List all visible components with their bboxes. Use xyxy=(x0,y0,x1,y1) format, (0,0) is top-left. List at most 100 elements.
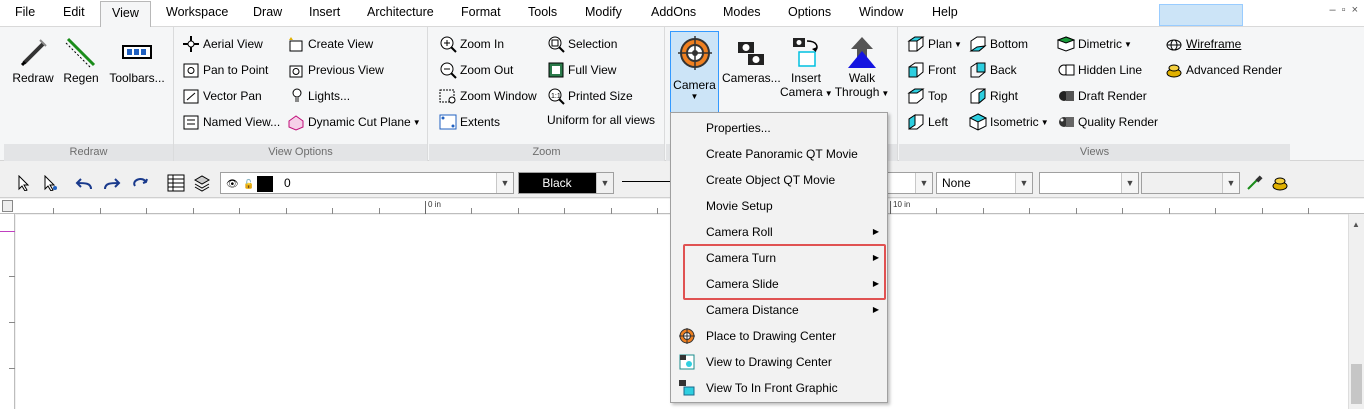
eye-icon: 👁 xyxy=(226,179,239,190)
menu-workspace[interactable]: Workspace xyxy=(166,5,228,19)
toolbars-button[interactable]: Toolbars... xyxy=(108,35,166,85)
restore-button[interactable]: ▫ xyxy=(1342,4,1346,16)
ruler-tick xyxy=(9,368,15,369)
layers-icon[interactable] xyxy=(192,173,212,193)
chevron-down-icon: ▼ xyxy=(596,173,613,193)
pan-to-point-button[interactable]: Pan to Point xyxy=(182,61,268,79)
menu-draw[interactable]: Draw xyxy=(253,5,282,19)
menu-item-camera-distance[interactable]: Camera Distance ▶ xyxy=(671,297,887,323)
scroll-thumb[interactable] xyxy=(1351,364,1362,404)
menu-item-movie-setup[interactable]: Movie Setup xyxy=(671,193,887,219)
draft-render-button[interactable]: Draft Render xyxy=(1057,87,1147,105)
ruler-tick xyxy=(890,201,891,214)
menu-addons[interactable]: AddOns xyxy=(651,5,696,19)
close-button[interactable]: × xyxy=(1352,4,1358,16)
hidden-line-button[interactable]: Hidden Line xyxy=(1057,61,1142,79)
line-style-combo[interactable] xyxy=(617,172,672,194)
view-isometric-button[interactable]: Isometric ▼ xyxy=(969,113,1049,131)
view-back-button[interactable]: Back xyxy=(969,61,1017,79)
named-view-button[interactable]: Named View... xyxy=(182,113,280,131)
zoom-window-button[interactable]: Zoom Window xyxy=(439,87,537,105)
zoom-out-button[interactable]: Zoom Out xyxy=(439,61,513,79)
fill-combo[interactable]: None ▼ xyxy=(936,172,1033,194)
vertical-scrollbar[interactable]: ▲ xyxy=(1348,214,1364,409)
insert-camera-button[interactable]: Insert Camera ▼ xyxy=(780,35,833,99)
menu-options[interactable]: Options xyxy=(788,5,831,19)
uniform-all-views-button[interactable]: Uniform for all views xyxy=(547,113,655,127)
menu-tools[interactable]: Tools xyxy=(528,5,557,19)
refresh-icon[interactable] xyxy=(130,173,150,193)
pattern-scale-combo[interactable]: ▼ xyxy=(1141,172,1240,194)
menu-modify[interactable]: Modify xyxy=(585,5,622,19)
redo-icon[interactable] xyxy=(102,173,122,193)
menu-format[interactable]: Format xyxy=(461,5,501,19)
eyedropper-icon[interactable] xyxy=(1244,173,1264,193)
printed-size-button[interactable]: 1:1 Printed Size xyxy=(547,87,633,105)
color-combo[interactable]: Black ▼ xyxy=(518,172,614,194)
regen-button[interactable]: Regen xyxy=(58,35,104,85)
walk-through-label-1: Walk xyxy=(848,71,876,85)
menu-item-view-to-in-front-graphic[interactable]: View To In Front Graphic xyxy=(671,375,887,401)
dynamic-cut-plane-button[interactable]: Dynamic Cut Plane ▼ xyxy=(287,113,421,131)
ruler-tick xyxy=(332,208,333,214)
zoom-in-button[interactable]: Zoom In xyxy=(439,35,504,53)
view-dimetric-button[interactable]: Dimetric ▼ xyxy=(1057,35,1132,53)
menu-item-camera-roll[interactable]: Camera Roll ▶ xyxy=(671,219,887,245)
group-label-redraw: Redraw xyxy=(4,144,173,161)
group-zoom: Zoom In Zoom Out Zoom Window Extents Sel… xyxy=(429,27,665,161)
menu-item-label: View To In Front Graphic xyxy=(706,381,838,395)
menu-view[interactable]: View xyxy=(100,1,151,28)
layer-combo[interactable]: 👁 🔓 0 ▼ xyxy=(220,172,514,194)
cameras-button[interactable]: Cameras... xyxy=(722,35,781,85)
vector-pan-button[interactable]: Vector Pan xyxy=(182,87,262,105)
select-arrow-icon[interactable] xyxy=(14,173,34,193)
scroll-up-icon[interactable]: ▲ xyxy=(1352,220,1360,229)
view-plan-button[interactable]: Plan ▼ xyxy=(907,35,962,53)
view-right-button[interactable]: Right xyxy=(969,87,1018,105)
menu-help[interactable]: Help xyxy=(932,5,958,19)
menu-insert[interactable]: Insert xyxy=(309,5,340,19)
wireframe-button[interactable]: Wireframe xyxy=(1165,35,1241,53)
previous-view-button[interactable]: Previous View xyxy=(287,61,384,79)
create-view-button[interactable]: Create View xyxy=(287,35,373,53)
render-materials-icon[interactable] xyxy=(1270,173,1290,193)
ruler-tick xyxy=(1029,208,1030,214)
menu-architecture[interactable]: Architecture xyxy=(367,5,434,19)
redraw-button[interactable]: Redraw xyxy=(10,35,56,85)
menu-modes[interactable]: Modes xyxy=(723,5,761,19)
menu-file[interactable]: File xyxy=(15,5,35,19)
extents-button[interactable]: Extents xyxy=(439,113,500,131)
undo-icon[interactable] xyxy=(74,173,94,193)
view-top-button[interactable]: Top xyxy=(907,87,947,105)
ruler-label-10: 10 in xyxy=(893,200,911,209)
menu-item-place-to-drawing-center[interactable]: Place to Drawing Center xyxy=(671,323,887,349)
ruler-tick xyxy=(379,208,380,214)
vertical-ruler xyxy=(0,214,15,409)
menu-window[interactable]: Window xyxy=(859,5,903,19)
table-icon[interactable] xyxy=(166,173,186,193)
menu-item-properties[interactable]: Properties... xyxy=(671,115,887,141)
menu-item-create-object-qt-movie[interactable]: Create Object QT Movie xyxy=(671,167,887,193)
chevron-down-icon: ▼ xyxy=(1121,173,1138,193)
view-left-button[interactable]: Left xyxy=(907,113,948,131)
menu-item-view-to-drawing-center[interactable]: View to Drawing Center xyxy=(671,349,887,375)
select-subobject-icon[interactable] xyxy=(40,173,60,193)
full-view-button[interactable]: Full View xyxy=(547,61,616,79)
lights-button[interactable]: Lights... xyxy=(287,87,350,105)
view-bottom-button[interactable]: Bottom xyxy=(969,35,1028,53)
ruler-tick xyxy=(611,208,612,214)
zoom-selection-label: Selection xyxy=(568,37,618,51)
view-front-button[interactable]: Front xyxy=(907,61,956,79)
advanced-render-button[interactable]: Advanced Render xyxy=(1165,61,1282,79)
menu-edit[interactable]: Edit xyxy=(63,5,85,19)
line-weight-combo[interactable]: ▼ xyxy=(886,172,933,194)
menu-item-label: Camera Roll xyxy=(706,225,773,239)
aerial-view-button[interactable]: Aerial View xyxy=(182,35,263,53)
quality-render-button[interactable]: Quality Render xyxy=(1057,113,1158,131)
menu-item-create-panoramic-qt-movie[interactable]: Create Panoramic QT Movie xyxy=(671,141,887,167)
minimize-button[interactable]: – xyxy=(1330,4,1336,16)
pattern-combo[interactable]: ▼ xyxy=(1039,172,1139,194)
ruler-tick xyxy=(983,208,984,214)
walk-through-button[interactable]: Walk Through ▼ xyxy=(834,35,890,99)
zoom-selection-button[interactable]: Selection xyxy=(547,35,617,53)
